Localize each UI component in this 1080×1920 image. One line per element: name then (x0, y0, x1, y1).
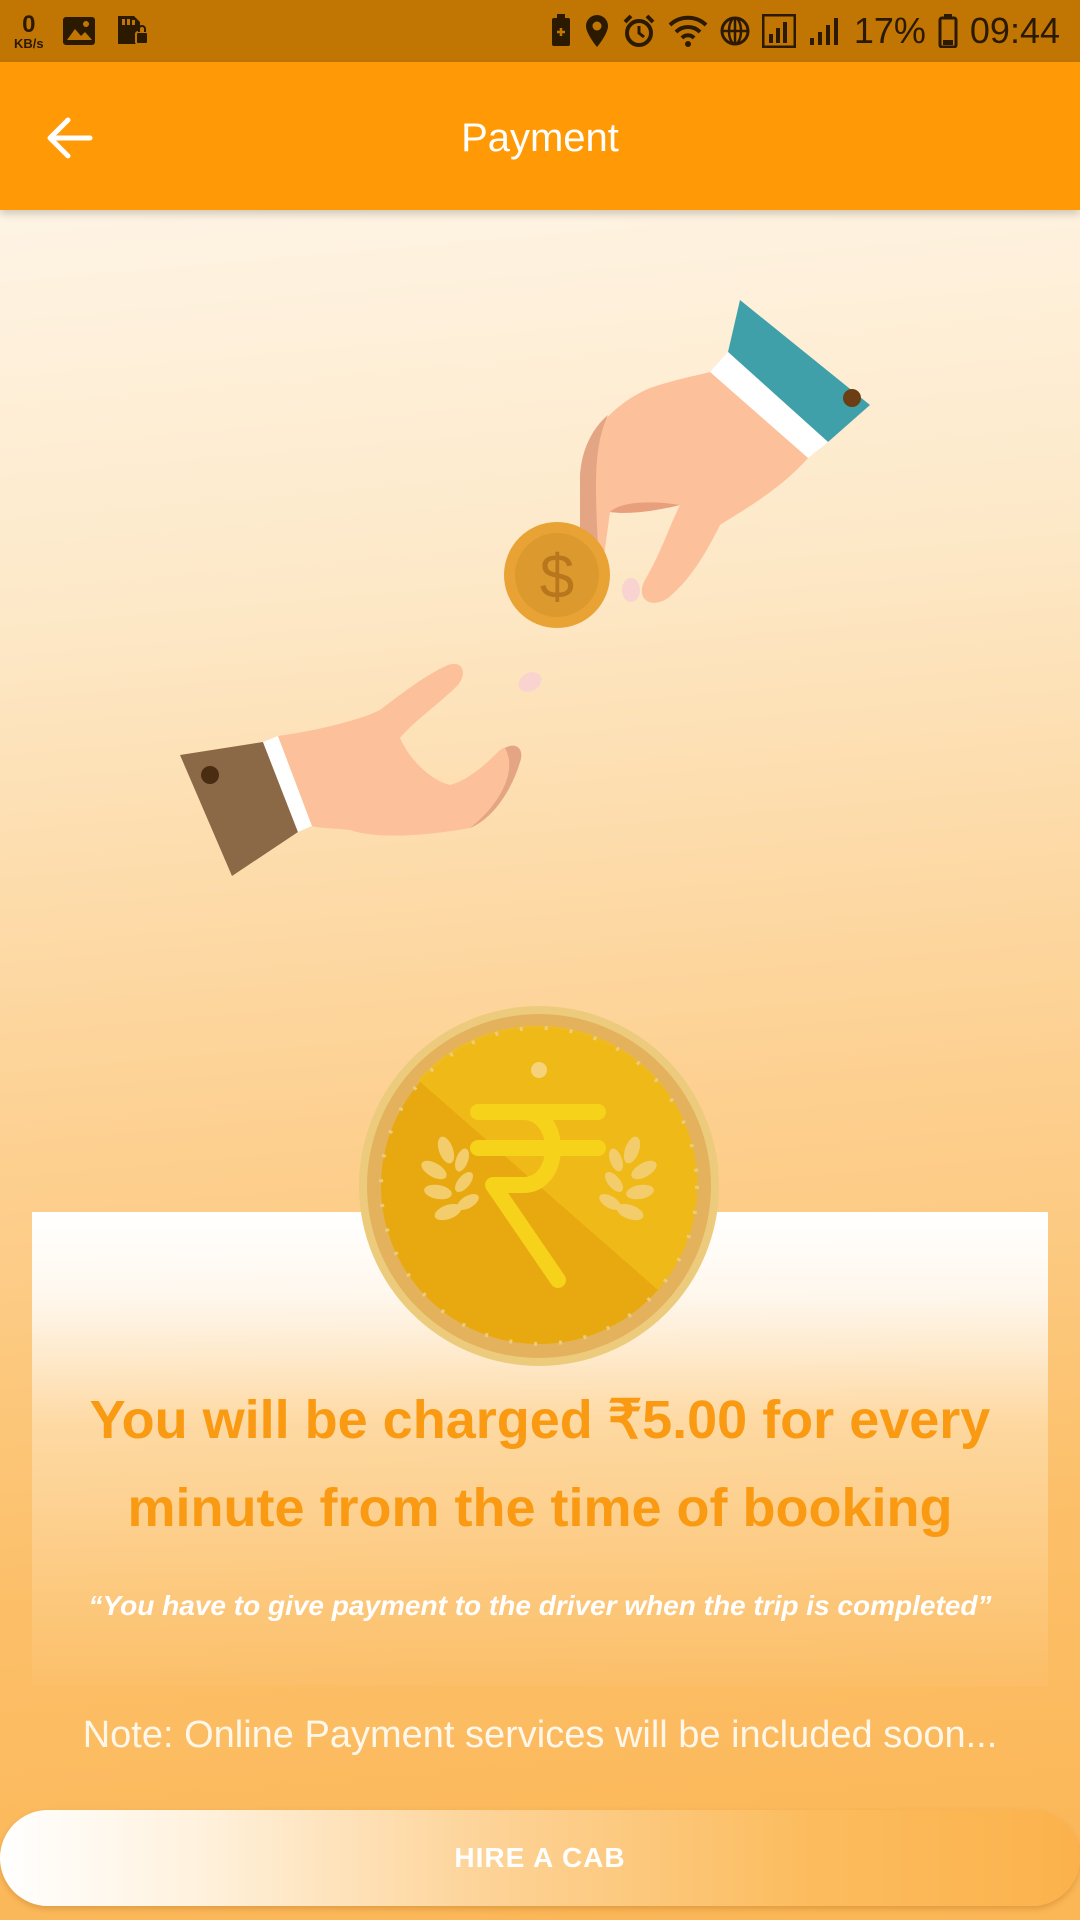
rupee-coin-icon (359, 1006, 719, 1366)
svg-text:$: $ (540, 543, 574, 612)
location-icon (585, 15, 608, 47)
app-bar: Payment (0, 62, 1080, 210)
wifi-icon (668, 15, 708, 47)
receiving-hand-icon (180, 663, 542, 876)
online-payment-note: Note: Online Payment services will be in… (82, 1714, 998, 1756)
signal-icon (761, 14, 796, 48)
battery-percent: 17% (853, 10, 926, 51)
vpn-icon (720, 16, 750, 46)
charge-info-title: You will be charged ₹5.00 for every minu… (89, 1390, 991, 1538)
battery-icon (938, 14, 958, 48)
sd-card-icon (117, 16, 149, 45)
hire-a-cab-button[interactable]: HIRE A CAB (0, 1810, 1080, 1906)
status-left: 0 KB/s (14, 8, 150, 54)
payment-illustration: $ (180, 300, 870, 876)
dollar-coin-icon: $ (504, 522, 610, 628)
status-bar: 0 KB/s 17% 09:44 (0, 0, 1080, 62)
network-speed-value: 0 (22, 10, 36, 38)
network-speed: 0 KB/s (14, 10, 44, 51)
image-icon (62, 17, 95, 45)
clock: 09:44 (969, 10, 1060, 51)
giving-hand-icon (579, 300, 870, 603)
network-speed-unit: KB/s (14, 35, 44, 51)
signal-icon (809, 18, 838, 45)
battery-saver-icon (551, 14, 570, 46)
status-right: 17% 09:44 (550, 8, 1060, 54)
alarm-icon (623, 14, 655, 47)
hire-a-cab-label: HIRE A CAB (454, 1842, 626, 1873)
page-title: Payment (461, 116, 619, 160)
payment-instruction-quote: “You have to give payment to the driver … (88, 1590, 992, 1621)
